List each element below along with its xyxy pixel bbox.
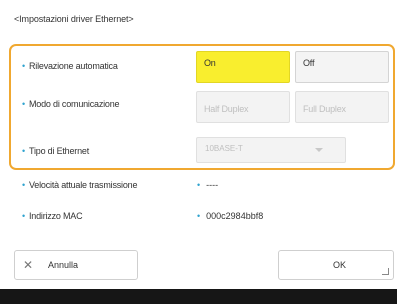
chevron-down-icon	[315, 148, 323, 152]
bottom-bar	[0, 289, 397, 304]
dialog-title: <Impostazioni driver Ethernet>	[14, 14, 134, 24]
speed-value: • ----	[197, 180, 219, 190]
bullet-icon: •	[22, 211, 25, 221]
mac-value: • 000c2984bbf8	[197, 211, 264, 221]
ok-button[interactable]: OK	[278, 250, 394, 280]
bullet-icon: •	[22, 180, 25, 190]
bullet-icon: •	[22, 146, 25, 156]
cancel-button[interactable]: ✕ Annulla	[14, 250, 138, 280]
speed-label: • Velocità attuale trasmissione	[22, 180, 138, 190]
cancel-label: Annulla	[48, 260, 79, 270]
auto-detect-off-button[interactable]: Off	[295, 51, 389, 83]
ethernet-type-label: • Tipo di Ethernet	[22, 146, 90, 156]
auto-detect-label: • Rilevazione automatica	[22, 61, 118, 71]
ethernet-type-dropdown[interactable]: 10BASE-T	[196, 137, 346, 163]
full-duplex-button[interactable]: Full Duplex	[295, 91, 389, 123]
bullet-icon: •	[22, 61, 25, 71]
ethernet-type-value: 10BASE-T	[205, 144, 243, 153]
corner-indicator-icon	[382, 268, 389, 275]
close-icon: ✕	[23, 258, 34, 272]
mac-label: • Indirizzo MAC	[22, 211, 83, 221]
comm-mode-label: • Modo di comunicazione	[22, 99, 120, 109]
bullet-icon: •	[22, 99, 25, 109]
bullet-icon: •	[197, 180, 201, 190]
ok-label: OK	[333, 260, 347, 270]
auto-detect-on-button[interactable]: On	[196, 51, 290, 83]
bullet-icon: •	[197, 211, 201, 221]
half-duplex-button[interactable]: Half Duplex	[196, 91, 290, 123]
